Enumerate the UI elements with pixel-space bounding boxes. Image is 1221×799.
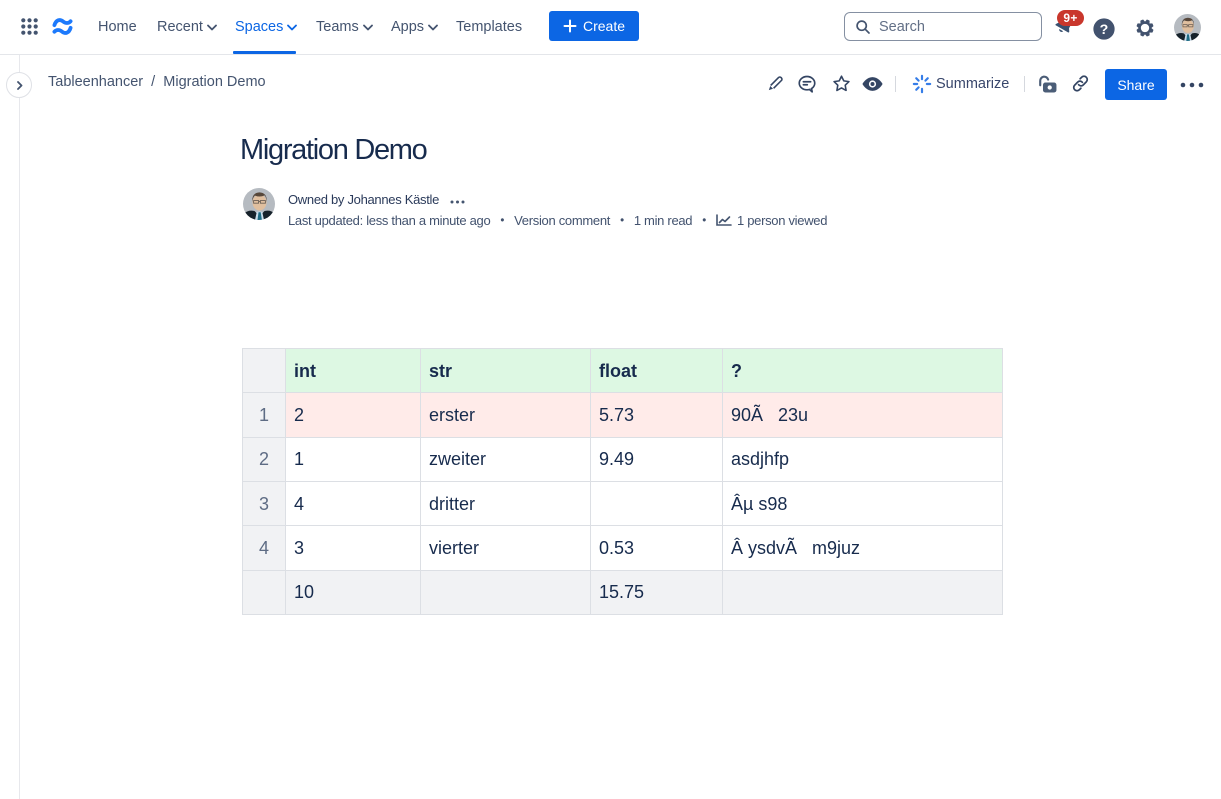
svg-text:?: ?	[1099, 22, 1108, 38]
